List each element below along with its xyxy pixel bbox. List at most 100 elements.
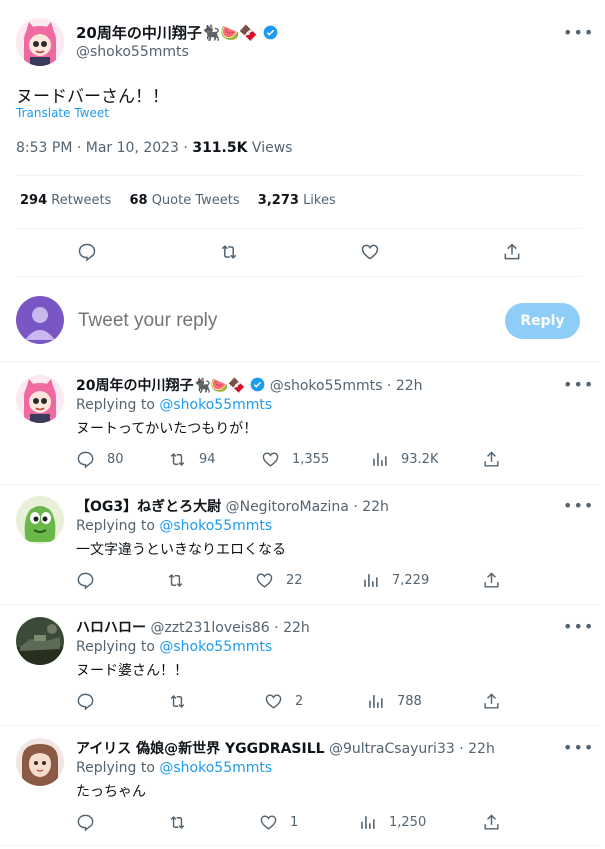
translate-link[interactable]: Translate Tweet bbox=[16, 106, 109, 120]
reply-text: 一文字違うといきなりエロくなる bbox=[76, 542, 286, 558]
timestamp[interactable]: 22h bbox=[362, 499, 389, 515]
current-user-avatar[interactable] bbox=[16, 296, 64, 344]
retweets-stat[interactable]: 294 Retweets bbox=[20, 193, 111, 208]
replying-to-label: Replying to bbox=[76, 518, 155, 534]
retweet-icon bbox=[170, 452, 185, 467]
views-action[interactable]: 788 bbox=[366, 692, 422, 711]
divider bbox=[0, 725, 600, 726]
timestamp[interactable]: 22h bbox=[283, 620, 310, 636]
like-icon[interactable] bbox=[360, 242, 380, 262]
retweet-icon bbox=[170, 694, 185, 709]
views-count: 311.5K bbox=[192, 140, 248, 156]
quotes-stat[interactable]: 68 Quote Tweets bbox=[129, 193, 239, 208]
like-count: 1 bbox=[290, 815, 299, 830]
like-icon bbox=[262, 452, 279, 467]
display-name[interactable]: 【OG3】ねぎとろ大尉 bbox=[76, 499, 221, 515]
like-icon bbox=[256, 573, 273, 588]
reply-input[interactable] bbox=[78, 307, 478, 335]
display-name[interactable]: アイリス 偽娘@新世界 YGGDRASILL bbox=[76, 741, 325, 757]
handle[interactable]: @shoko55mmts bbox=[76, 44, 189, 60]
avatar[interactable] bbox=[16, 617, 64, 665]
divider bbox=[16, 175, 582, 176]
more-options-icon[interactable]: ••• bbox=[563, 619, 594, 635]
replying-to-label: Replying to bbox=[76, 397, 155, 413]
avatar[interactable] bbox=[16, 738, 64, 786]
likes-label: Likes bbox=[303, 193, 336, 208]
replying-to-label: Replying to bbox=[76, 639, 155, 655]
retweet-action[interactable] bbox=[168, 813, 199, 832]
views-action[interactable]: 7,229 bbox=[361, 571, 429, 590]
display-name[interactable]: ハロハロー bbox=[76, 620, 146, 636]
like-action[interactable]: 1,355 bbox=[261, 450, 329, 469]
handle[interactable]: @zzt231loveis86 bbox=[150, 620, 269, 636]
tweet-timestamp[interactable]: 8:53 PM · Mar 10, 2023 · bbox=[16, 140, 192, 156]
divider bbox=[0, 604, 600, 605]
views-action[interactable]: 1,250 bbox=[358, 813, 426, 832]
avatar[interactable] bbox=[16, 18, 64, 66]
replying-to-handle[interactable]: @shoko55mmts bbox=[159, 639, 272, 655]
view-count: 788 bbox=[397, 694, 422, 709]
quotes-label: Quote Tweets bbox=[151, 193, 240, 208]
share-icon[interactable] bbox=[502, 242, 522, 262]
share-icon[interactable] bbox=[482, 450, 501, 469]
views-icon bbox=[364, 574, 378, 587]
retweet-action[interactable]: 94 bbox=[168, 450, 216, 469]
display-name[interactable]: 20周年の中川翔子🐈‍⬛🍉🍫 bbox=[76, 24, 258, 42]
view-count: 93.2K bbox=[401, 452, 439, 467]
like-action[interactable]: 2 bbox=[264, 692, 303, 711]
more-options-icon[interactable]: ••• bbox=[563, 25, 594, 41]
reply-text: ヌード婆さん！！ bbox=[76, 663, 188, 679]
reply-icon bbox=[77, 814, 94, 832]
timestamp[interactable]: 22h bbox=[396, 378, 423, 394]
reply-icon bbox=[77, 572, 94, 590]
retweet-count: 94 bbox=[199, 452, 216, 467]
reply-icon[interactable] bbox=[77, 242, 97, 262]
reply-action[interactable] bbox=[76, 571, 107, 590]
avatar[interactable] bbox=[16, 375, 64, 423]
views-action[interactable]: 93.2K bbox=[370, 450, 438, 469]
more-options-icon[interactable]: ••• bbox=[563, 740, 594, 756]
divider bbox=[0, 484, 600, 485]
replying-to-handle[interactable]: @shoko55mmts bbox=[159, 518, 272, 534]
reply-action[interactable] bbox=[76, 813, 107, 832]
more-options-icon[interactable]: ••• bbox=[563, 377, 594, 393]
replying-to-handle[interactable]: @shoko55mmts bbox=[159, 760, 272, 776]
verified-badge-icon bbox=[263, 25, 278, 40]
divider bbox=[16, 276, 582, 277]
reply-button[interactable]: Reply bbox=[505, 303, 580, 339]
reply-icon bbox=[77, 693, 94, 711]
reply-count: 80 bbox=[107, 452, 124, 467]
like-count: 22 bbox=[286, 573, 303, 588]
like-icon bbox=[265, 694, 282, 709]
like-action[interactable]: 1 bbox=[259, 813, 298, 832]
replying-to-handle[interactable]: @shoko55mmts bbox=[159, 397, 272, 413]
share-icon[interactable] bbox=[482, 571, 501, 590]
retweet-icon bbox=[170, 815, 185, 830]
like-count: 1,355 bbox=[292, 452, 330, 467]
retweet-icon bbox=[168, 573, 183, 588]
like-action[interactable]: 22 bbox=[255, 571, 303, 590]
display-name[interactable]: 20周年の中川翔子🐈‍⬛🍉🍫 bbox=[76, 378, 246, 394]
reply-action[interactable]: 80 bbox=[76, 450, 124, 469]
avatar[interactable] bbox=[16, 496, 64, 544]
share-icon[interactable] bbox=[482, 813, 501, 832]
reply-action[interactable] bbox=[76, 692, 107, 711]
divider bbox=[0, 845, 600, 846]
retweet-icon[interactable] bbox=[218, 242, 240, 262]
like-icon bbox=[260, 815, 277, 830]
more-options-icon[interactable]: ••• bbox=[563, 498, 594, 514]
likes-stat[interactable]: 3,273 Likes bbox=[258, 193, 336, 208]
reply-text: たっちゃん bbox=[76, 784, 146, 800]
handle[interactable]: @shoko55mmts bbox=[270, 378, 383, 394]
retweet-action[interactable] bbox=[168, 692, 199, 711]
likes-count: 3,273 bbox=[257, 193, 299, 208]
share-icon[interactable] bbox=[482, 692, 501, 711]
timestamp[interactable]: 22h bbox=[468, 741, 495, 757]
handle[interactable]: @9ultraCsayuri33 bbox=[329, 741, 455, 757]
retweets-count: 294 bbox=[20, 193, 48, 208]
view-count: 7,229 bbox=[392, 573, 430, 588]
views-icon bbox=[369, 695, 383, 708]
handle[interactable]: @NegitoroMazina bbox=[226, 499, 349, 515]
retweet-action[interactable] bbox=[166, 571, 197, 590]
replying-to-label: Replying to bbox=[76, 760, 155, 776]
